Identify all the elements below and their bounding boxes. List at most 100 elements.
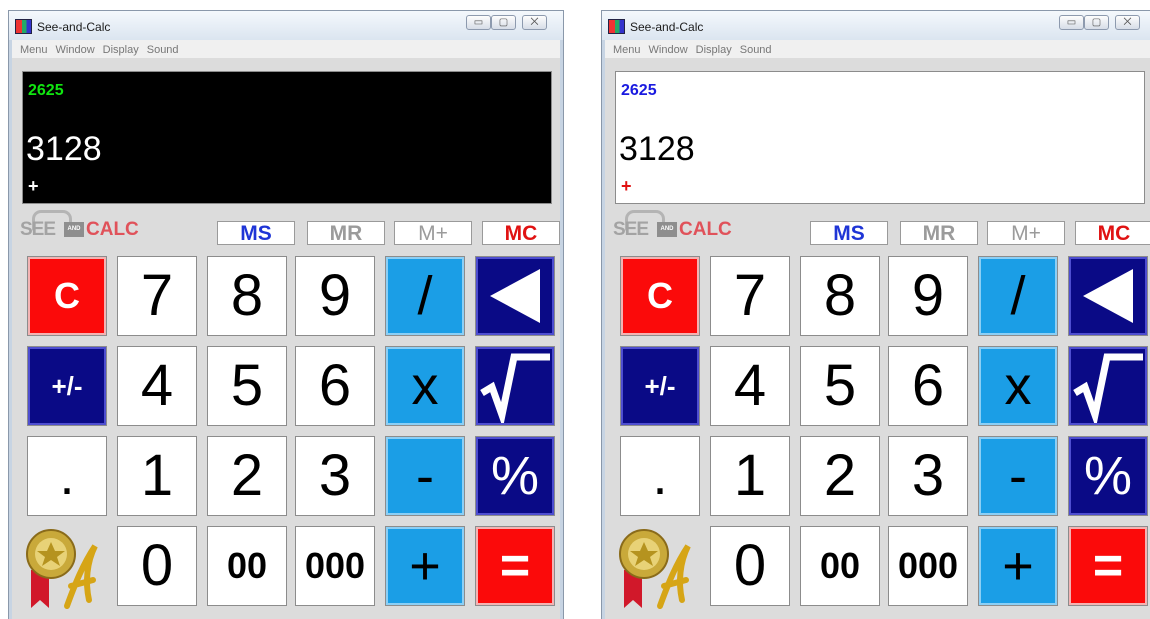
triple-zero-button[interactable]: 000 — [888, 526, 968, 606]
logo-and-text: AND — [657, 222, 677, 237]
window-title: See-and-Calc — [630, 20, 704, 34]
square-root-icon — [1073, 353, 1143, 423]
menu-item-sound[interactable]: Sound — [740, 41, 772, 59]
digit-6-button[interactable]: 6 — [295, 346, 375, 426]
see-and-calc-logo: SEE AND CALC — [613, 208, 763, 240]
previous-value: 2625 — [621, 82, 657, 99]
square-root-icon — [480, 353, 550, 423]
pending-operator: + — [621, 176, 632, 196]
award-icon — [619, 529, 691, 609]
digit-7-button[interactable]: 7 — [117, 256, 197, 336]
decimal-point-button[interactable]: . — [27, 436, 107, 516]
digit-8-button[interactable]: 8 — [800, 256, 880, 336]
digit-0-button[interactable]: 0 — [710, 526, 790, 606]
menu-item-window[interactable]: Window — [56, 41, 95, 59]
maximize-button[interactable]: ▢ — [1084, 15, 1109, 30]
menu-item-display[interactable]: Display — [696, 41, 732, 59]
equals-button[interactable]: = — [475, 526, 555, 606]
percent-button[interactable]: % — [475, 436, 555, 516]
backspace-icon — [1083, 269, 1133, 323]
clear-button[interactable]: C — [620, 256, 700, 336]
divide-button[interactable]: / — [385, 256, 465, 336]
title-bar[interactable]: See-and-Calc ▭ ▢ ⨉ — [9, 11, 563, 40]
pending-operator: + — [28, 176, 39, 196]
backspace-icon — [490, 269, 540, 323]
multiply-button[interactable]: x — [385, 346, 465, 426]
digit-9-button[interactable]: 9 — [295, 256, 375, 336]
digit-2-button[interactable]: 2 — [800, 436, 880, 516]
menu-bar: Menu Window Display Sound — [12, 40, 560, 59]
menu-item-menu[interactable]: Menu — [613, 41, 641, 59]
ms-button[interactable]: MS — [810, 221, 888, 245]
logo-see-text: SEE — [20, 219, 56, 240]
backspace-button[interactable] — [1068, 256, 1148, 336]
ms-button[interactable]: MS — [217, 221, 295, 245]
subtract-button[interactable]: - — [978, 436, 1058, 516]
mr-button[interactable]: MR — [307, 221, 385, 245]
maximize-button[interactable]: ▢ — [491, 15, 516, 30]
divide-button[interactable]: / — [978, 256, 1058, 336]
double-zero-button[interactable]: 00 — [800, 526, 880, 606]
award-badge — [616, 524, 696, 617]
digit-5-button[interactable]: 5 — [207, 346, 287, 426]
menu-item-menu[interactable]: Menu — [20, 41, 48, 59]
square-root-button[interactable] — [475, 346, 555, 426]
close-button[interactable]: ⨉ — [522, 15, 547, 30]
digit-2-button[interactable]: 2 — [207, 436, 287, 516]
award-icon — [26, 529, 98, 609]
digit-4-button[interactable]: 4 — [117, 346, 197, 426]
add-button[interactable]: + — [978, 526, 1058, 606]
award-badge — [23, 524, 103, 617]
menu-item-display[interactable]: Display — [103, 41, 139, 59]
current-value: 3128 — [619, 130, 695, 168]
menu-item-window[interactable]: Window — [649, 41, 688, 59]
digit-3-button[interactable]: 3 — [888, 436, 968, 516]
minimize-button[interactable]: ▭ — [466, 15, 491, 30]
backspace-button[interactable] — [475, 256, 555, 336]
calculator-window-light: See-and-Calc ▭ ▢ ⨉ Menu Window Display Soun… — [601, 10, 1150, 619]
digit-5-button[interactable]: 5 — [800, 346, 880, 426]
minimize-button[interactable]: ▭ — [1059, 15, 1084, 30]
digit-6-button[interactable]: 6 — [888, 346, 968, 426]
digit-4-button[interactable]: 4 — [710, 346, 790, 426]
double-zero-button[interactable]: 00 — [207, 526, 287, 606]
m-plus-button[interactable]: M+ — [987, 221, 1065, 245]
display-panel: 2625 3128 + — [22, 71, 552, 204]
m-plus-button[interactable]: M+ — [394, 221, 472, 245]
current-value: 3128 — [26, 130, 102, 168]
previous-value: 2625 — [28, 82, 64, 99]
mc-button[interactable]: MC — [1075, 221, 1150, 245]
display-panel: 2625 3128 + — [615, 71, 1145, 204]
clear-button[interactable]: C — [27, 256, 107, 336]
digit-8-button[interactable]: 8 — [207, 256, 287, 336]
digit-1-button[interactable]: 1 — [117, 436, 197, 516]
menu-item-sound[interactable]: Sound — [147, 41, 179, 59]
digit-7-button[interactable]: 7 — [710, 256, 790, 336]
window-title: See-and-Calc — [37, 20, 111, 34]
calculator-body: 2625 3128 + SEE AND CALC MS MR M+ MC C 7 8 9/ +/… — [605, 58, 1150, 619]
see-and-calc-logo: SEE AND CALC — [20, 208, 170, 240]
percent-button[interactable]: % — [1068, 436, 1148, 516]
logo-and-text: AND — [64, 222, 84, 237]
multiply-button[interactable]: x — [978, 346, 1058, 426]
decimal-point-button[interactable]: . — [620, 436, 700, 516]
close-button[interactable]: ⨉ — [1115, 15, 1140, 30]
subtract-button[interactable]: - — [385, 436, 465, 516]
app-icon — [608, 19, 625, 34]
plus-minus-button[interactable]: +/- — [27, 346, 107, 426]
digit-0-button[interactable]: 0 — [117, 526, 197, 606]
square-root-button[interactable] — [1068, 346, 1148, 426]
plus-minus-button[interactable]: +/- — [620, 346, 700, 426]
triple-zero-button[interactable]: 000 — [295, 526, 375, 606]
mr-button[interactable]: MR — [900, 221, 978, 245]
equals-button[interactable]: = — [1068, 526, 1148, 606]
calculator-window-dark: See-and-Calc ▭ ▢ ⨉ Menu Window Display Soun… — [8, 10, 564, 619]
title-bar[interactable]: See-and-Calc ▭ ▢ ⨉ — [602, 11, 1150, 40]
app-icon — [15, 19, 32, 34]
add-button[interactable]: + — [385, 526, 465, 606]
calculator-body: 2625 3128 + SEE AND CALC MS MR M+ MC C 7 8 9/ +/… — [12, 58, 560, 619]
mc-button[interactable]: MC — [482, 221, 560, 245]
digit-1-button[interactable]: 1 — [710, 436, 790, 516]
digit-3-button[interactable]: 3 — [295, 436, 375, 516]
digit-9-button[interactable]: 9 — [888, 256, 968, 336]
